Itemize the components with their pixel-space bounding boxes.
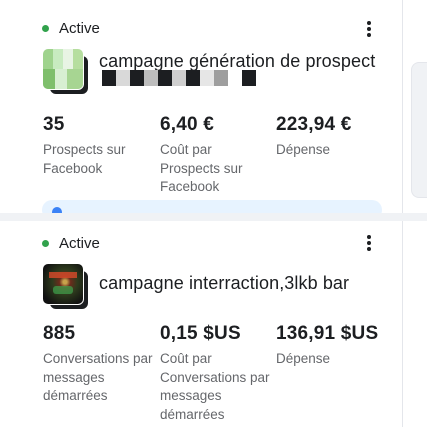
metric-value: 885 bbox=[43, 323, 76, 344]
status-dot-icon bbox=[42, 25, 49, 32]
metric-value: 136,91 $US bbox=[276, 323, 379, 344]
info-icon bbox=[52, 207, 62, 213]
metric-spend: 223,94 € Dépense bbox=[276, 114, 392, 160]
metric-spend: 136,91 $US Dépense bbox=[276, 323, 380, 369]
metric-results: 885 Conversations par messages démarrées bbox=[43, 323, 153, 406]
metric-label: Coût par Prospects sur Facebook bbox=[160, 142, 243, 194]
metric-results: 35 Prospects sur Facebook bbox=[43, 114, 151, 178]
ad-thumbnail[interactable] bbox=[42, 263, 90, 311]
metric-cost-per-result: 0,15 $US Coût par Conversations par mess… bbox=[160, 323, 272, 424]
redacted-text bbox=[102, 70, 256, 86]
status-row: Active bbox=[42, 235, 100, 252]
metric-label: Conversations par messages démarrées bbox=[43, 351, 153, 403]
metric-label: Dépense bbox=[276, 142, 331, 157]
status-dot-icon bbox=[42, 240, 49, 247]
status-row: Active bbox=[42, 20, 100, 37]
status-label: Active bbox=[59, 20, 100, 37]
metric-value: 223,94 € bbox=[276, 114, 352, 135]
metric-value: 0,15 $US bbox=[160, 323, 241, 344]
card-separator bbox=[0, 213, 427, 221]
metric-value: 35 bbox=[43, 114, 65, 135]
info-banner[interactable] bbox=[42, 200, 382, 213]
more-options-icon[interactable] bbox=[362, 233, 376, 253]
thumbnail-image bbox=[42, 263, 84, 305]
metric-label: Prospects sur Facebook bbox=[43, 142, 126, 176]
status-label: Active bbox=[59, 235, 100, 252]
campaign-title[interactable]: campagne génération de prospect bbox=[99, 51, 375, 72]
ad-thumbnail[interactable] bbox=[42, 48, 90, 96]
campaign-title[interactable]: campagne interraction,3lkb bar bbox=[99, 273, 349, 294]
metric-label: Coût par Conversations par messages déma… bbox=[160, 351, 270, 422]
campaign-card[interactable]: Active campagne génération de prospect 3… bbox=[28, 0, 402, 213]
campaign-card[interactable]: Active campagne interraction,3lkb bar 88… bbox=[28, 221, 402, 427]
metric-label: Dépense bbox=[276, 351, 331, 366]
metric-cost-per-result: 6,40 € Coût par Prospects sur Facebook bbox=[160, 114, 270, 197]
more-options-icon[interactable] bbox=[362, 19, 376, 39]
adjacent-card-edge[interactable] bbox=[411, 62, 427, 198]
metric-value: 6,40 € bbox=[160, 114, 215, 135]
thumbnail-image bbox=[42, 48, 84, 90]
